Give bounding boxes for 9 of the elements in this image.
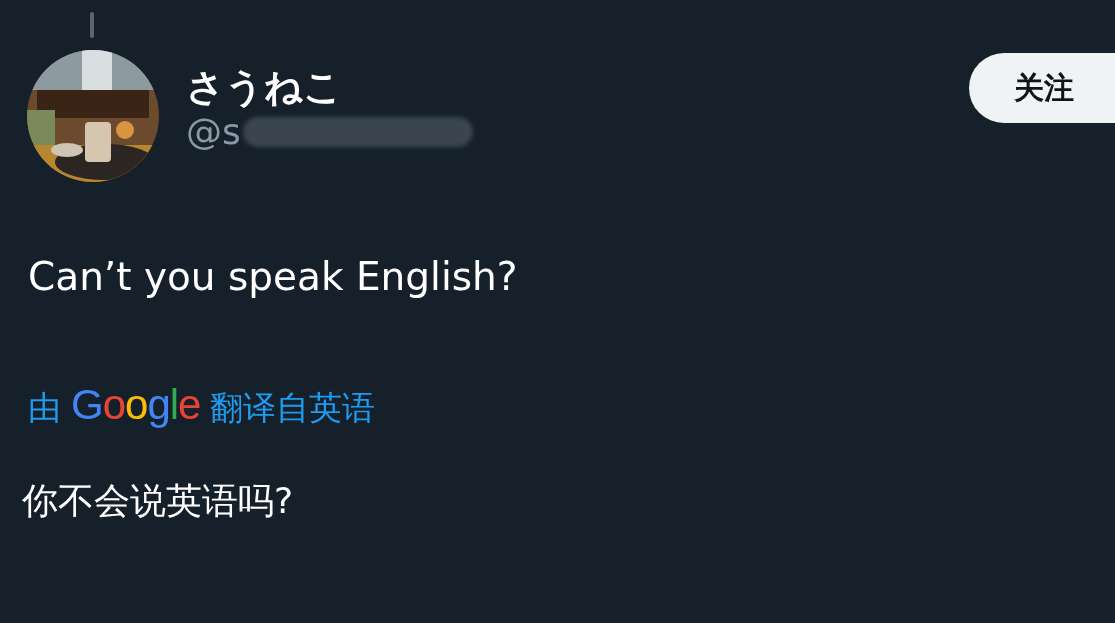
tweet-text: Can’t you speak English? [28,254,519,299]
follow-button[interactable]: 关注 [969,53,1115,123]
translation-label: 由 [28,387,61,429]
google-logo: Google [71,381,201,429]
translation-label: 翻译自英语 [210,387,376,429]
translated-text: 你不会说英语吗? [22,479,295,523]
display-name: さうねこ [186,64,343,110]
user-handle: @s [186,110,241,154]
thread-line [90,12,94,38]
